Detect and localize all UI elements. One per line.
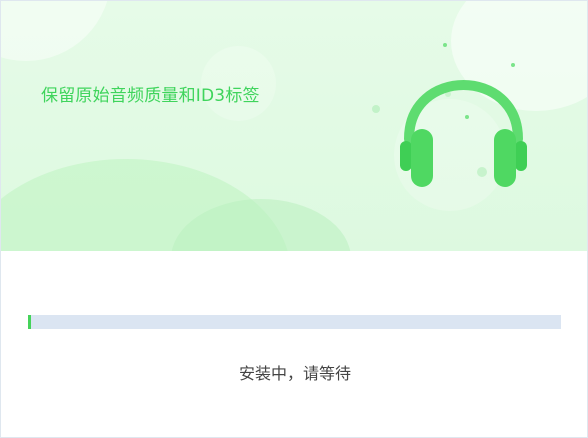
decor-dot [443, 43, 447, 47]
install-status-text: 安装中，请等待 [238, 364, 351, 383]
install-progress-fill [28, 315, 32, 329]
banner: 保留原始音频质量和ID3标签 [1, 1, 587, 251]
decor-dot [372, 105, 380, 113]
install-progress-bar [28, 315, 561, 329]
headphones-icon [400, 80, 527, 187]
banner-slogan: 保留原始音频质量和ID3标签 [41, 86, 260, 106]
install-content: 安装中，请等待 [1, 251, 587, 437]
installer-window: 保留原始音频质量和ID3标签 安装中，请等待 [0, 0, 588, 438]
decor-circle [1, 1, 111, 61]
